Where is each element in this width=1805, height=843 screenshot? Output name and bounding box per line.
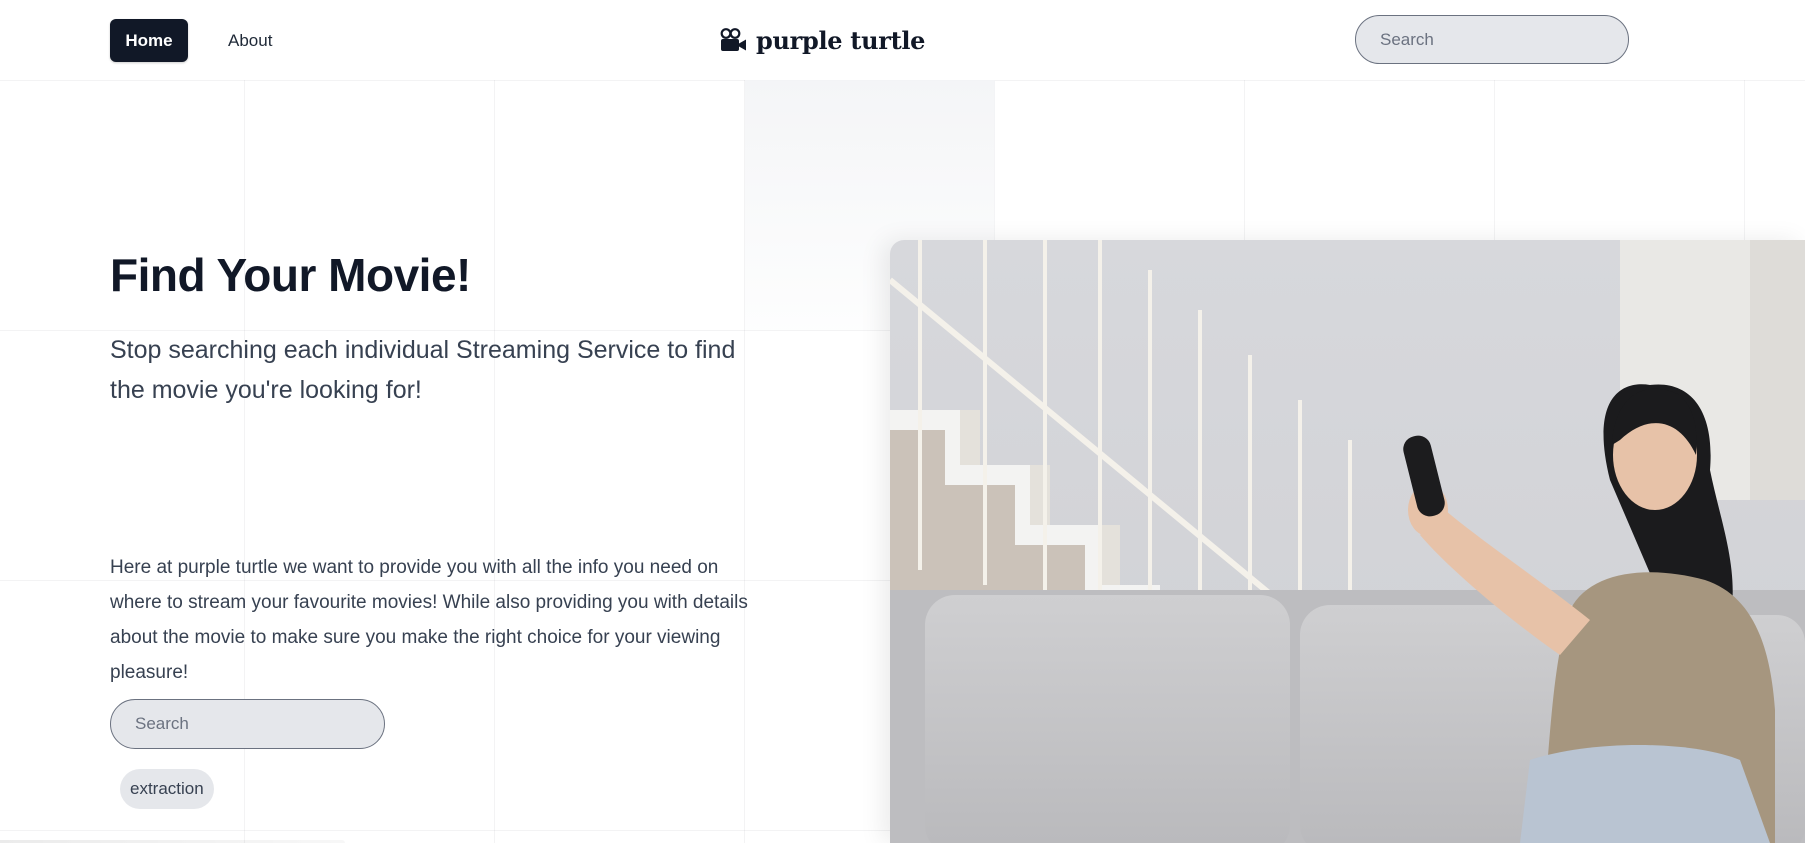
hero-image — [890, 240, 1805, 843]
header-search-input[interactable] — [1355, 15, 1629, 64]
hero-title: Find Your Movie! — [110, 249, 471, 301]
nav-about-link[interactable]: About — [218, 19, 282, 62]
search-tag-chip[interactable]: extraction — [120, 769, 214, 809]
hero-search-input[interactable] — [110, 699, 385, 749]
nav-home-button[interactable]: Home — [110, 19, 188, 62]
film-camera-icon — [720, 28, 747, 52]
brand-name: purple turtle — [756, 25, 926, 55]
hero-subtitle: Stop searching each individual Streaming… — [110, 336, 736, 404]
brand-logo[interactable]: purple turtle — [720, 20, 925, 60]
hero-section: Find Your Movie! Stop searching each ind… — [110, 80, 760, 843]
hero-description: Here at purple turtle we want to provide… — [110, 557, 748, 683]
site-header: Home About purple turtle — [0, 0, 1805, 80]
